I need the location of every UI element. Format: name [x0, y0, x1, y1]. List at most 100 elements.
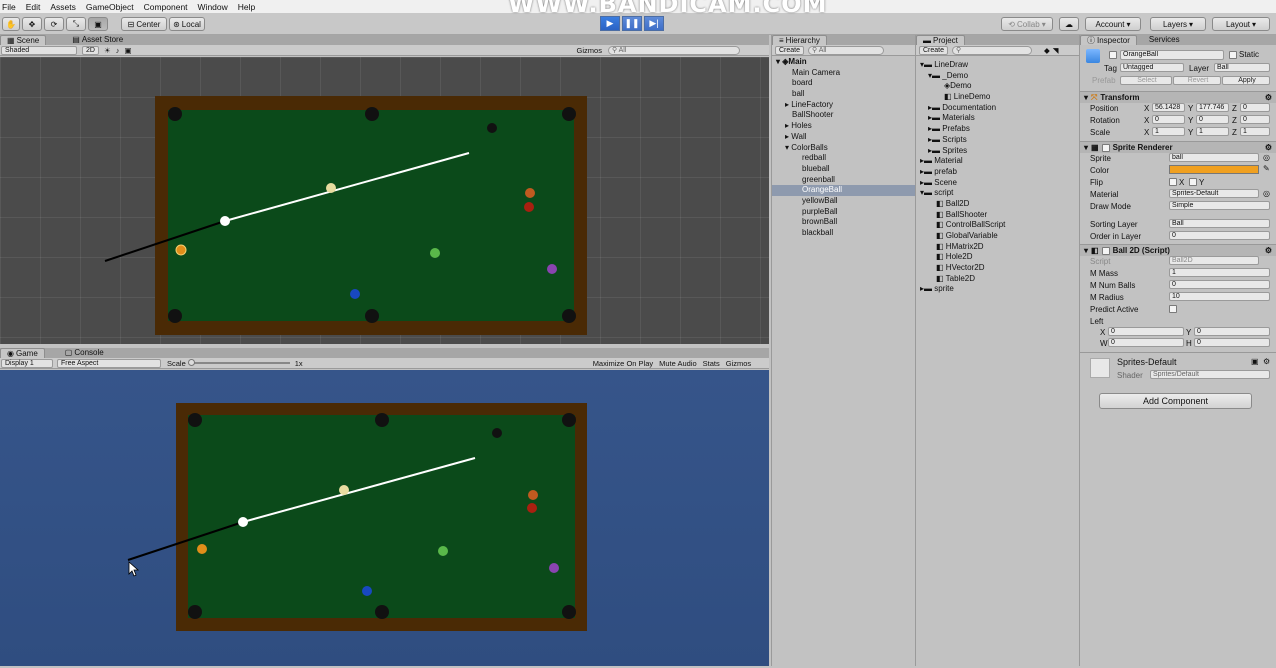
- help-icon[interactable]: ▣: [1251, 357, 1259, 366]
- menu-component[interactable]: Component: [144, 2, 188, 12]
- hierarchy-search-input[interactable]: ⚲ All: [808, 45, 885, 55]
- project-create-button[interactable]: Create: [919, 45, 949, 55]
- collab-button[interactable]: ⟲ Collab ▾: [1001, 17, 1053, 31]
- list-item[interactable]: ball: [772, 89, 915, 100]
- list-item[interactable]: ▾▬ LineDraw: [916, 60, 1079, 71]
- sprite-renderer-enabled-checkbox[interactable]: [1101, 143, 1110, 152]
- flip-x-checkbox[interactable]: [1169, 178, 1177, 186]
- list-item[interactable]: ▸▬ Material: [916, 156, 1079, 167]
- gear-icon[interactable]: ⚙: [1265, 93, 1272, 102]
- list-item[interactable]: ▸▬ sprite: [916, 284, 1079, 295]
- prefab-apply-button[interactable]: Apply: [1222, 76, 1270, 85]
- flip-y-checkbox[interactable]: [1189, 178, 1197, 186]
- target-icon[interactable]: ◎: [1263, 189, 1270, 198]
- list-item[interactable]: ◈Demo: [916, 81, 1079, 92]
- sprite-renderer-header[interactable]: ▾ ▦ Sprite Renderer ⚙: [1080, 141, 1276, 153]
- light-icon[interactable]: ☀: [104, 46, 111, 55]
- tab-console[interactable]: ▢ Console: [59, 348, 110, 358]
- filter-icon[interactable]: ◆: [1044, 46, 1050, 55]
- rotation-x-field[interactable]: 0: [1152, 115, 1185, 124]
- menu-window[interactable]: Window: [198, 2, 228, 12]
- tab-inspector[interactable]: ⓘ Inspector: [1080, 35, 1137, 45]
- layout-dropdown[interactable]: Layout ▾: [1212, 17, 1270, 31]
- gear-icon[interactable]: ⚙: [1265, 143, 1272, 152]
- audio-icon[interactable]: ♪: [116, 46, 120, 55]
- pause-button[interactable]: ❚❚: [622, 16, 642, 31]
- list-item[interactable]: ▾ ColorBalls: [772, 143, 915, 154]
- list-item[interactable]: ◧ ControlBallScript: [916, 220, 1079, 231]
- ball2d-enabled-checkbox[interactable]: [1101, 246, 1110, 255]
- gear-icon[interactable]: ⚙: [1263, 357, 1270, 366]
- list-item[interactable]: ▸ Wall: [772, 132, 915, 143]
- list-item[interactable]: blueball: [772, 164, 915, 175]
- list-item[interactable]: ◧ GlobalVariable: [916, 231, 1079, 242]
- rotation-y-field[interactable]: 0: [1196, 115, 1229, 124]
- list-item[interactable]: ▸ Holes: [772, 121, 915, 132]
- active-checkbox[interactable]: [1109, 51, 1117, 59]
- list-item[interactable]: ▸▬ prefab: [916, 167, 1079, 178]
- color-swatch[interactable]: [1169, 165, 1259, 174]
- left-y-field[interactable]: 0: [1194, 327, 1270, 336]
- tag-dropdown[interactable]: Untagged: [1120, 63, 1184, 72]
- scale-tool-icon[interactable]: ⤡: [66, 17, 86, 31]
- slider-handle[interactable]: [187, 359, 195, 366]
- left-x-field[interactable]: 0: [1108, 327, 1184, 336]
- layer-dropdown[interactable]: Ball: [1214, 63, 1270, 72]
- list-item[interactable]: ◧ BallShooter: [916, 210, 1079, 221]
- scale-slider[interactable]: [187, 359, 290, 366]
- tab-hierarchy[interactable]: ≡ Hierarchy: [772, 35, 827, 45]
- list-item[interactable]: ▸▬ Documentation: [916, 103, 1079, 114]
- rotation-z-field[interactable]: 0: [1240, 115, 1270, 124]
- list-item[interactable]: ◧ Ball2D: [916, 199, 1079, 210]
- tab-game[interactable]: ◉ Game: [0, 348, 45, 358]
- sorting-layer-dropdown[interactable]: Ball: [1169, 219, 1270, 228]
- layers-dropdown[interactable]: Layers ▾: [1150, 17, 1206, 31]
- scene-view[interactable]: [0, 57, 769, 344]
- list-item[interactable]: ▸▬ Sprites: [916, 146, 1079, 157]
- game-gizmos-dropdown[interactable]: Gizmos: [726, 359, 751, 368]
- position-x-field[interactable]: 56.1428: [1152, 103, 1185, 112]
- account-dropdown[interactable]: Account ▾: [1085, 17, 1141, 31]
- list-item[interactable]: ◧ Table2D: [916, 274, 1079, 285]
- scene-search-input[interactable]: ⚲ All: [607, 45, 740, 55]
- cloud-icon[interactable]: ☁: [1059, 17, 1079, 31]
- list-item[interactable]: brownBall: [772, 217, 915, 228]
- scale-y-field[interactable]: 1: [1196, 127, 1229, 136]
- predict-active-checkbox[interactable]: [1169, 305, 1177, 313]
- menu-assets[interactable]: Assets: [50, 2, 76, 12]
- scale-x-field[interactable]: 1: [1152, 127, 1185, 136]
- tab-asset-store[interactable]: ▤ Asset Store: [66, 35, 129, 45]
- material-field[interactable]: Sprites-Default: [1169, 189, 1259, 198]
- hand-tool-icon[interactable]: ✋: [2, 17, 20, 31]
- list-item[interactable]: ▾▬ _Demo: [916, 71, 1079, 82]
- list-item[interactable]: greenball: [772, 175, 915, 186]
- tag-icon[interactable]: ◥: [1053, 46, 1059, 55]
- left-h-field[interactable]: 0: [1194, 338, 1270, 347]
- gizmos-dropdown[interactable]: Gizmos: [577, 46, 602, 55]
- move-tool-icon[interactable]: ✥: [22, 17, 42, 31]
- sprite-field[interactable]: ball: [1169, 153, 1259, 162]
- transform-header[interactable]: ▾ ⤧ Transform ⚙: [1080, 91, 1276, 103]
- static-checkbox[interactable]: [1229, 51, 1237, 59]
- list-item[interactable]: ▸▬ Materials: [916, 113, 1079, 124]
- object-name-field[interactable]: OrangeBall: [1120, 50, 1224, 60]
- radius-field[interactable]: 10: [1169, 292, 1270, 301]
- list-item[interactable]: blackball: [772, 228, 915, 239]
- num-balls-field[interactable]: 0: [1169, 280, 1270, 289]
- add-component-button[interactable]: Add Component: [1099, 393, 1252, 409]
- stats-toggle[interactable]: Stats: [703, 359, 720, 368]
- step-button[interactable]: ▶|: [644, 16, 664, 31]
- list-item[interactable]: purpleBall: [772, 207, 915, 218]
- list-item[interactable]: yellowBall: [772, 196, 915, 207]
- menu-help[interactable]: Help: [238, 2, 255, 12]
- effects-icon[interactable]: ▣: [124, 46, 131, 55]
- list-item[interactable]: ▸ LineFactory: [772, 100, 915, 111]
- prefab-revert-button[interactable]: Revert: [1173, 76, 1221, 85]
- menu-file[interactable]: File: [2, 2, 16, 12]
- game-view[interactable]: [0, 370, 769, 666]
- maximize-on-play-toggle[interactable]: Maximize On Play: [593, 359, 653, 368]
- aspect-dropdown[interactable]: Free Aspect: [57, 358, 161, 368]
- list-item[interactable]: board: [772, 78, 915, 89]
- display-dropdown[interactable]: Display 1: [1, 358, 53, 368]
- gear-icon[interactable]: ⚙: [1265, 246, 1272, 255]
